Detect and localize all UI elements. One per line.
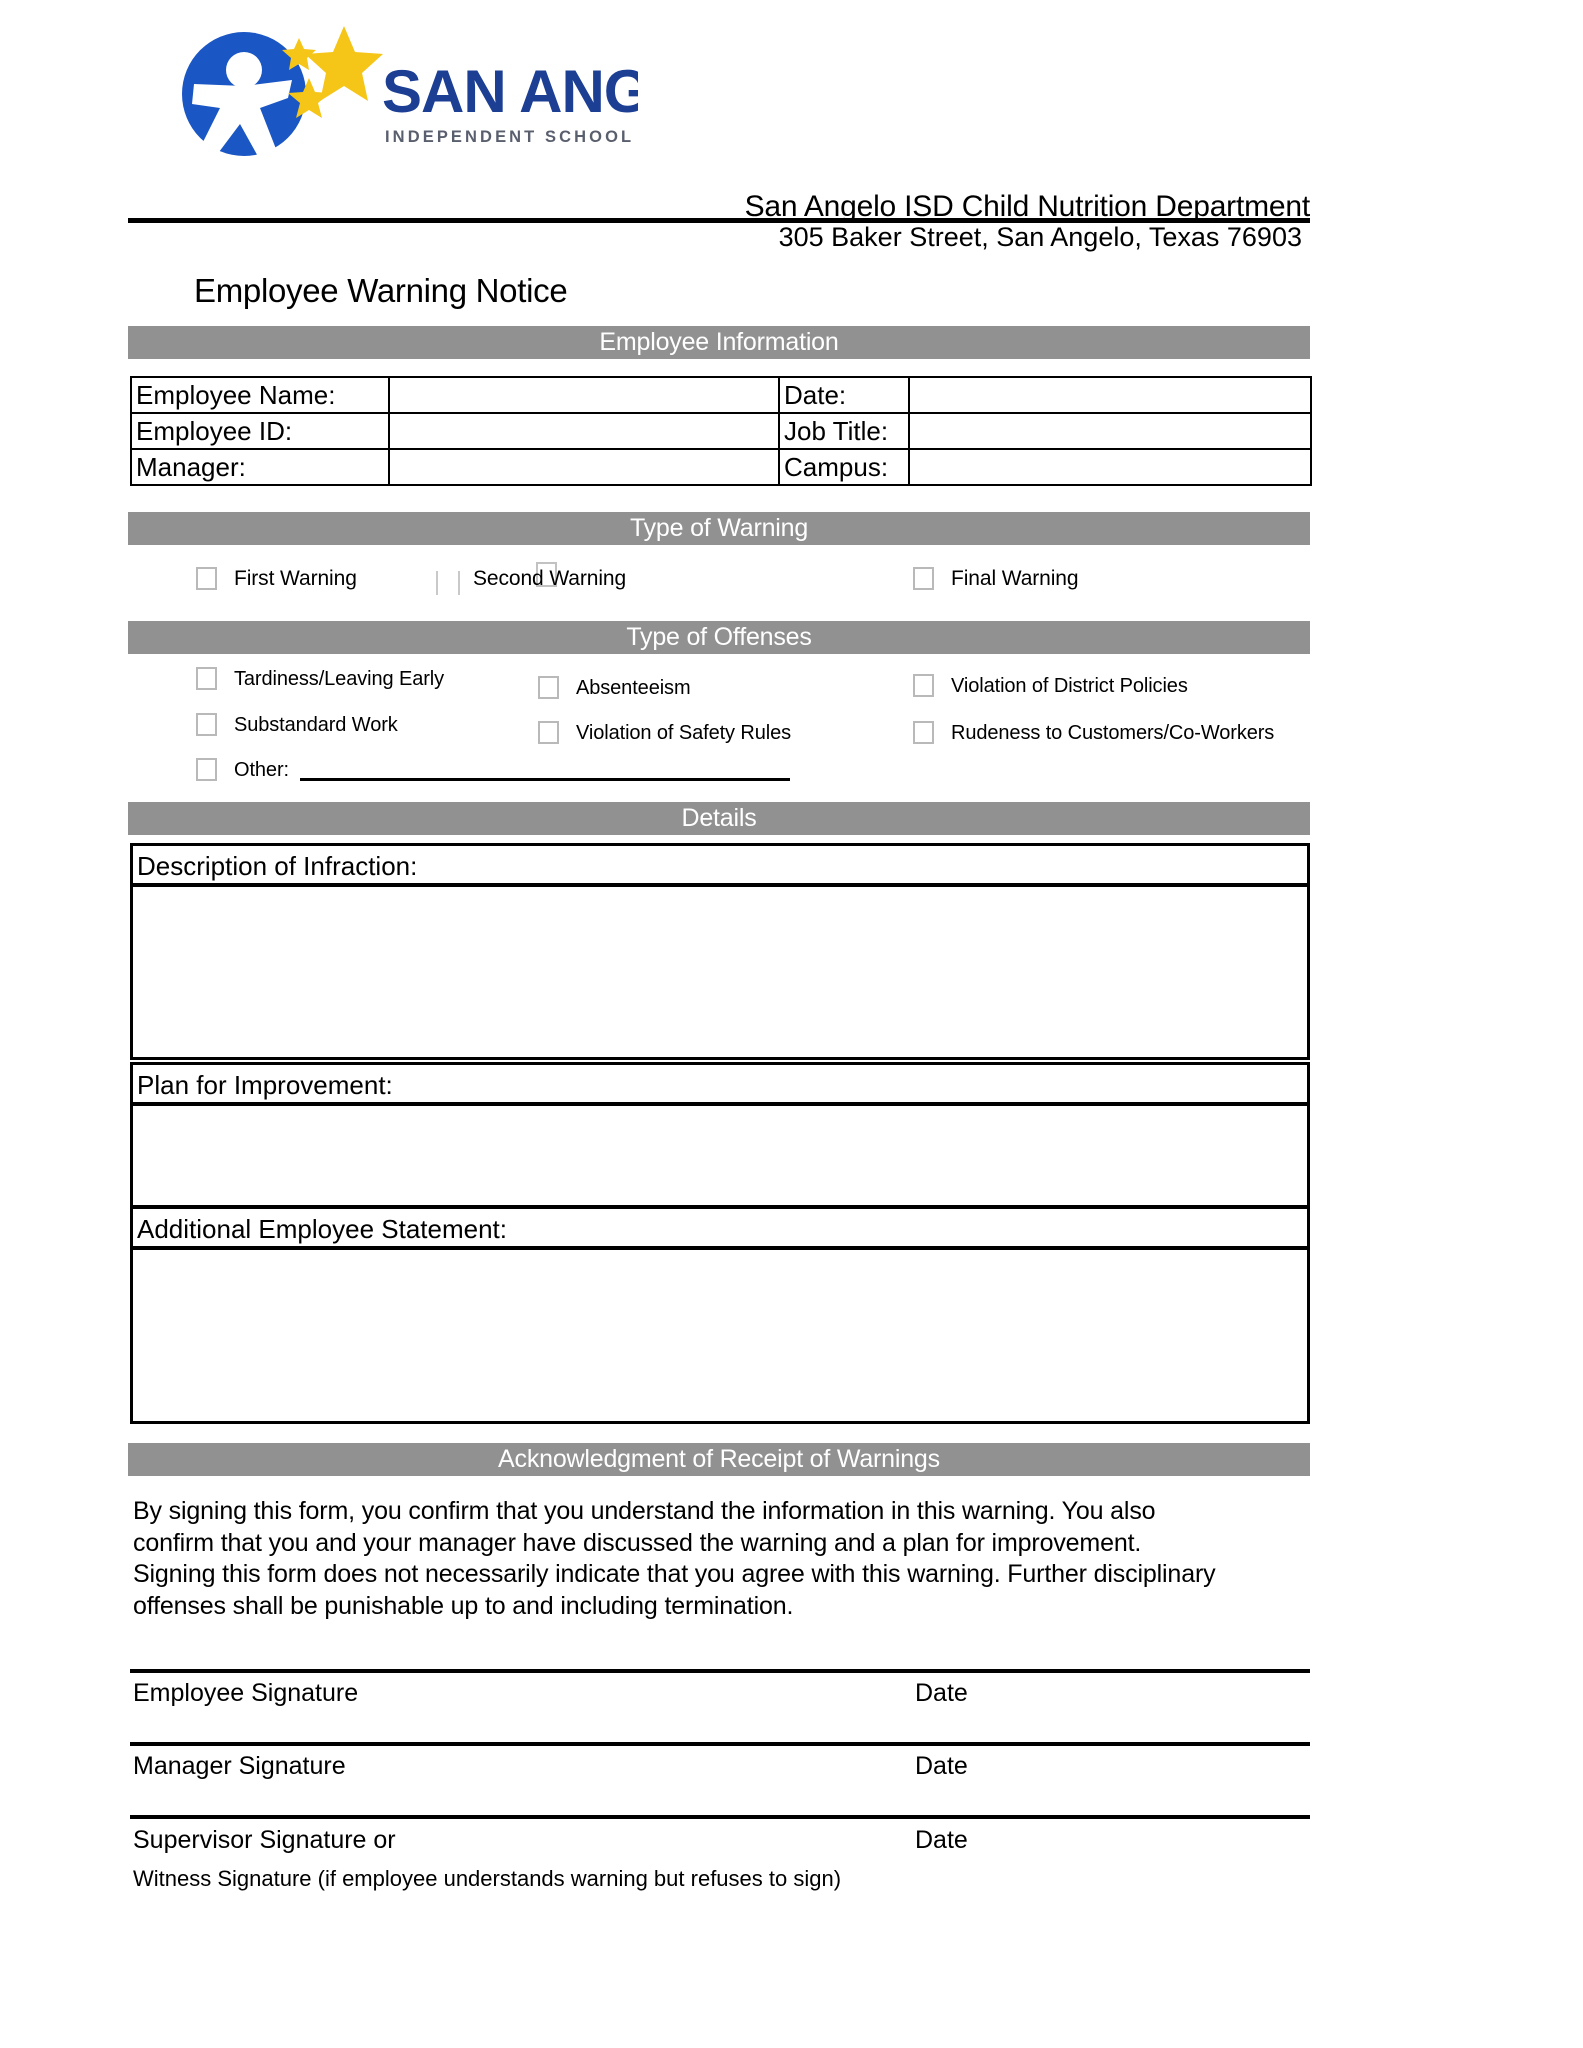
checkbox-row-violation-of-district-policies[interactable]: Violation of District Policies (913, 673, 1188, 698)
checkbox-label-final-warning: Final Warning (951, 566, 1079, 590)
supervisor-signature-label: Supervisor Signature or (133, 1826, 396, 1854)
description-of-infraction-field[interactable] (130, 884, 1310, 1060)
acknowledgment-paragraph: By signing this form, you confirm that y… (133, 1497, 1216, 1620)
checkbox-label-violation-of-district-policies: Violation of District Policies (951, 674, 1188, 697)
plan-for-improvement-label: Plan for Improvement: (137, 1070, 393, 1100)
district-logo: SAN ANGELO INDEPENDENT SCHOOL DISTRICT (168, 16, 638, 181)
supervisor-signature-line[interactable] (130, 1815, 1310, 1819)
address-line: 305 Baker Street, San Angelo, Texas 7690… (778, 222, 1302, 252)
logo-tagline: INDEPENDENT SCHOOL DISTRICT (385, 128, 638, 146)
employee-id-field[interactable] (388, 412, 780, 450)
section-header-type-of-warning: Type of Warning (128, 512, 1310, 545)
manager-signature-line[interactable] (130, 1742, 1310, 1746)
date-field[interactable] (908, 376, 1312, 414)
page-title: Employee Warning Notice (194, 272, 568, 309)
description-of-infraction-label: Description of Infraction: (137, 851, 418, 881)
checkbox-rudeness-to-customers-coworkers[interactable] (913, 721, 934, 745)
form-page: SAN ANGELO INDEPENDENT SCHOOL DISTRICT S… (0, 0, 1583, 2048)
employee-name-label: Employee Name: (130, 376, 390, 414)
additional-employee-statement-field[interactable] (130, 1247, 1310, 1424)
employee-name-field[interactable] (388, 376, 780, 414)
checkbox-final-warning[interactable] (913, 567, 934, 591)
checkbox-violation-of-safety-rules[interactable] (538, 721, 559, 745)
checkbox-absenteeism[interactable] (538, 676, 559, 700)
checkbox-other[interactable] (196, 758, 217, 782)
job-title-field[interactable] (908, 412, 1312, 450)
table-row: Employee ID: Job Title: (130, 412, 1312, 450)
table-row: Manager: Campus: (130, 448, 1312, 486)
checkbox-row-final-warning[interactable]: Final Warning (913, 566, 1079, 591)
checkbox-label-violation-of-safety-rules: Violation of Safety Rules (576, 721, 792, 744)
checkbox-row-first-warning[interactable]: First Warning (196, 566, 357, 591)
checkbox-row-other[interactable]: Other: (196, 757, 289, 782)
checkbox-row-absenteeism[interactable]: Absenteeism (538, 675, 691, 700)
section-header-details: Details (128, 802, 1310, 835)
employee-signature-label: Employee Signature (133, 1679, 359, 1707)
manager-label: Manager: (130, 448, 390, 486)
checkbox-tardiness-leaving-early[interactable] (196, 667, 217, 691)
additional-employee-statement-label: Additional Employee Statement: (137, 1214, 507, 1244)
checkbox-row-substandard-work[interactable]: Substandard Work (196, 712, 398, 737)
checkbox-label-other: Other: (234, 758, 289, 781)
manager-signature-date-label: Date (915, 1752, 968, 1780)
employee-signature-line[interactable] (130, 1669, 1310, 1673)
supervisor-signature-date-label: Date (915, 1826, 968, 1854)
section-header-acknowledgment: Acknowledgment of Receipt of Warnings (128, 1443, 1310, 1476)
other-offense-input[interactable] (300, 778, 790, 781)
employee-signature-date-label: Date (915, 1679, 968, 1707)
checkbox-violation-of-district-policies[interactable] (913, 674, 934, 698)
checkbox-label-second-warning: Second Warning (473, 566, 627, 590)
job-title-label: Job Title: (778, 412, 910, 450)
checkbox-label-substandard-work: Substandard Work (234, 713, 398, 736)
employee-id-label: Employee ID: (130, 412, 390, 450)
san-angelo-isd-star-person-logo: SAN ANGELO INDEPENDENT SCHOOL DISTRICT (182, 26, 638, 160)
checkbox-row-tardiness-leaving-early[interactable]: Tardiness/Leaving Early (196, 666, 444, 691)
checkbox-label-tardiness-leaving-early: Tardiness/Leaving Early (234, 667, 445, 690)
manager-signature-label: Manager Signature (133, 1752, 346, 1780)
checkbox-label-first-warning: First Warning (234, 566, 357, 590)
date-label: Date: (778, 376, 910, 414)
checkbox-substandard-work[interactable] (196, 713, 217, 737)
checkbox-label-rudeness-to-customers-coworkers: Rudeness to Customers/Co-Workers (951, 721, 1275, 744)
masthead: SAN ANGELO INDEPENDENT SCHOOL DISTRICT S… (128, 8, 1310, 223)
table-row: Employee Name: Date: (130, 376, 1312, 414)
witness-signature-note: Witness Signature (if employee understan… (133, 1866, 842, 1891)
campus-field[interactable] (908, 448, 1312, 486)
checkbox-row-rudeness-to-customers-coworkers[interactable]: Rudeness to Customers/Co-Workers (913, 720, 1274, 745)
checkbox-row-second-warning[interactable]: Second Warning (473, 566, 626, 591)
plan-for-improvement-field[interactable] (130, 1103, 1310, 1208)
manager-field[interactable] (388, 448, 780, 486)
section-header-employee-information: Employee Information (128, 326, 1310, 359)
checkbox-label-absenteeism: Absenteeism (576, 676, 691, 699)
section-header-type-of-offenses: Type of Offenses (128, 621, 1310, 654)
employee-information-table: Employee Name: Date: Employee ID: Job Ti… (130, 376, 1312, 486)
checkbox-row-violation-of-safety-rules[interactable]: Violation of Safety Rules (538, 720, 791, 745)
checkbox-first-warning[interactable] (196, 567, 217, 591)
logo-wordmark: SAN ANGELO (382, 58, 638, 125)
campus-label: Campus: (778, 448, 910, 486)
